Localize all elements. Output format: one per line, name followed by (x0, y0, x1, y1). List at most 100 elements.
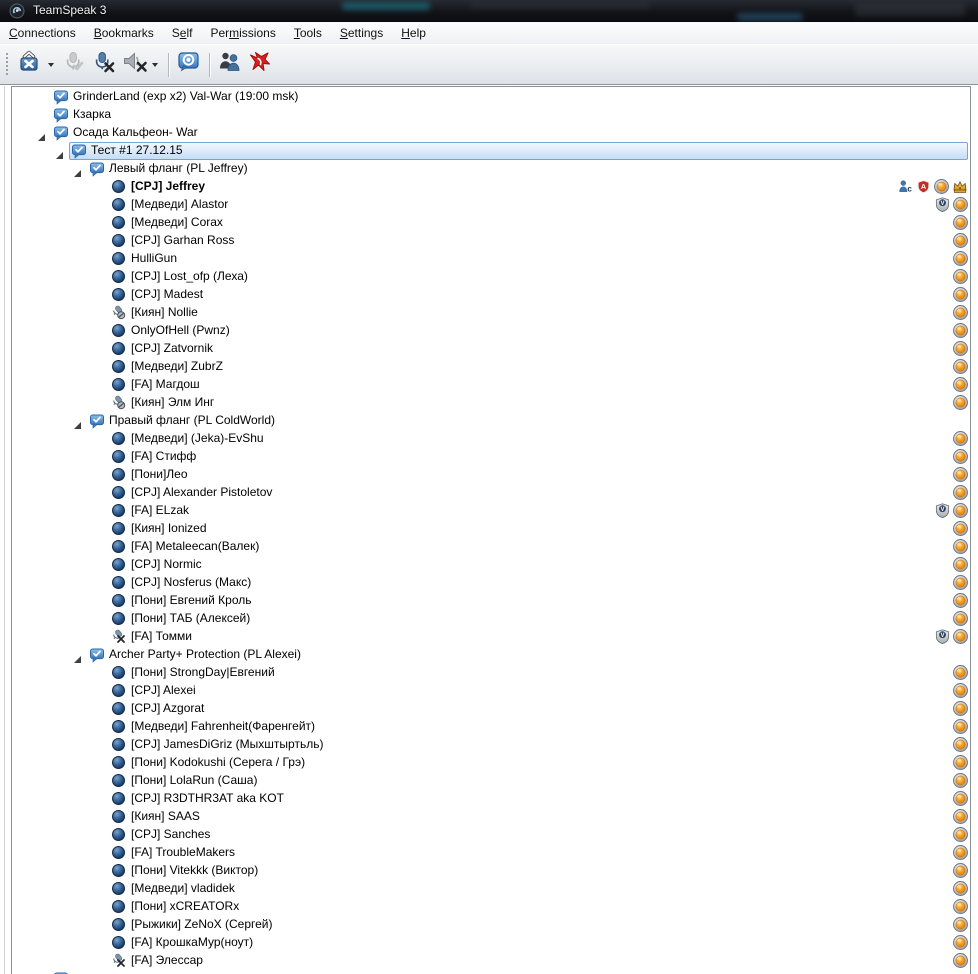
tree-expander-icon[interactable] (74, 651, 82, 663)
mute-speakers-button[interactable] (119, 48, 163, 81)
background-window-blur (470, 2, 650, 8)
client-row[interactable]: [Пони] Kodokushi (Серега / Грэ) (12, 754, 970, 772)
dropdown-arrow-icon[interactable] (152, 62, 158, 67)
client-row[interactable]: [CPJ] JamesDiGriz (Мыхштыртьль) (12, 736, 970, 754)
client-row[interactable]: [Пони]Лео (12, 466, 970, 484)
client-row[interactable]: [Медведи] (Jeka)-EvShu (12, 430, 970, 448)
tree-expander-icon[interactable] (56, 147, 64, 159)
client-row[interactable]: [Пони] ТАБ (Алексей) (12, 610, 970, 628)
client-row[interactable]: [Киян] Nollie (12, 304, 970, 322)
client-row[interactable]: [Медведи] Fahrenheit(Фаренгейт) (12, 718, 970, 736)
client-name: [Пони] LolaRun (Саша) (131, 773, 258, 787)
client-row[interactable]: OnlyOfHell (Pwnz) (12, 322, 970, 340)
dropdown-arrow-icon[interactable] (48, 62, 54, 67)
client-row[interactable]: [Медведи] vladidek (12, 880, 970, 898)
client-idle-icon (112, 810, 125, 823)
flame-button[interactable] (245, 48, 275, 81)
channel-row[interactable] (12, 970, 970, 974)
client-row[interactable]: [CPJ] Azgorat (12, 700, 970, 718)
client-row[interactable]: HulliGun (12, 250, 970, 268)
toolbar-drag-handle[interactable] (6, 53, 8, 77)
client-name: [FA] Томми (131, 629, 192, 643)
client-idle-icon (112, 576, 125, 589)
toggle-server-tab-button[interactable] (15, 48, 59, 81)
client-name: [Пони] Kodokushi (Серега / Грэ) (131, 755, 306, 769)
client-row[interactable]: [FA] TroubleMakers (12, 844, 970, 862)
client-idle-icon (112, 828, 125, 841)
client-row[interactable]: [CPJ] Normic (12, 556, 970, 574)
tree-expander-icon[interactable] (74, 165, 82, 177)
client-name: [CPJ] Jeffrey (131, 179, 206, 193)
window-title: TeamSpeak 3 (33, 3, 107, 17)
client-row[interactable]: [Пони] LolaRun (Саша) (12, 772, 970, 790)
client-idle-icon (112, 738, 125, 751)
client-row[interactable]: [CPJ] Garhan Ross (12, 232, 970, 250)
channel-row[interactable]: Левый фланг (PL Jeffrey) (12, 160, 970, 178)
open-chat-button[interactable] (174, 48, 204, 81)
client-row[interactable]: [FA] Metaleecan(Валек) (12, 538, 970, 556)
client-row[interactable]: [Киян] Элм Инг (12, 394, 970, 412)
background-window-blur (737, 13, 803, 21)
client-row[interactable]: [FA] Томми V (12, 628, 970, 646)
client-idle-icon (112, 864, 125, 877)
client-idle-icon (112, 504, 125, 517)
channel-tree-panel[interactable]: GrinderLand (exp x2) Val-War (19:00 msk)… (11, 86, 971, 974)
mute-microphone-button[interactable] (89, 48, 119, 81)
menu-connections[interactable]: Connections (0, 23, 85, 44)
channel-row[interactable]: Правый фланг (PL ColdWorld) (12, 412, 970, 430)
client-idle-icon (112, 288, 125, 301)
svg-text:c: c (907, 185, 912, 194)
client-name: [Пони] Евгений Кроль (131, 593, 252, 607)
client-row[interactable]: [FA] Магдош (12, 376, 970, 394)
menu-self[interactable]: Self (163, 23, 202, 44)
client-row[interactable]: [CPJ] Lost_ofp (Леха) (12, 268, 970, 286)
client-row[interactable]: [Пони] StrongDay|Евгений (12, 664, 970, 682)
client-name: [Киян] Nollie (131, 305, 198, 319)
contacts-button[interactable] (215, 48, 245, 81)
tree-expander-icon[interactable] (38, 129, 46, 141)
channel-row[interactable]: Тест #1 27.12.15 (12, 142, 970, 160)
client-row[interactable]: [Медведи] Alastor V (12, 196, 970, 214)
client-row[interactable]: [Пони] xCREATORx (12, 898, 970, 916)
selected-row-highlight (69, 142, 968, 160)
client-row[interactable]: [Пони] Евгений Кроль (12, 592, 970, 610)
client-row[interactable]: [FA] Стифф (12, 448, 970, 466)
client-row[interactable]: [CPJ] R3DTHR3AT aka KOT (12, 790, 970, 808)
client-idle-icon (112, 774, 125, 787)
menu-permissions[interactable]: Permissions (201, 23, 284, 44)
channel-row[interactable]: GrinderLand (exp x2) Val-War (19:00 msk) (12, 88, 970, 106)
client-row[interactable]: [CPJ] Nosferus (Макс) (12, 574, 970, 592)
client-row[interactable]: [FA] Элессар (12, 952, 970, 970)
channel-row[interactable]: Кзарка (12, 106, 970, 124)
channel-name: Archer Party+ Protection (PL Alexei) (109, 647, 301, 661)
client-idle-icon (112, 270, 125, 283)
client-row[interactable]: [CPJ] Jeffrey c A (12, 178, 970, 196)
client-row[interactable]: [Медведи] Corax (12, 214, 970, 232)
client-row[interactable]: [CPJ] Sanches (12, 826, 970, 844)
channel-row[interactable]: Осада Кальфеон- War (12, 124, 970, 142)
channel-name: Левый фланг (PL Jeffrey) (109, 161, 248, 175)
menu-help[interactable]: Help (392, 23, 435, 44)
tree-expander-icon[interactable] (74, 417, 82, 429)
client-row[interactable]: [Рыжики] ZeNoX (Сергей) (12, 916, 970, 934)
client-name: [CPJ] Sanches (131, 827, 211, 841)
client-row[interactable]: [CPJ] Alexei (12, 682, 970, 700)
client-row[interactable]: [FA] КрошкаМур(ноут) (12, 934, 970, 952)
client-row[interactable]: [Киян] SAAS (12, 808, 970, 826)
client-row[interactable]: [Пони] Vitekkk (Виктор) (12, 862, 970, 880)
client-row[interactable]: [CPJ] Alexander Pistoletov (12, 484, 970, 502)
client-idle-icon (112, 720, 125, 733)
client-row[interactable]: [CPJ] Madest (12, 286, 970, 304)
channel-row[interactable]: Archer Party+ Protection (PL Alexei) (12, 646, 970, 664)
menu-tools[interactable]: Tools (285, 23, 331, 44)
capture-profile-button[interactable] (59, 48, 89, 81)
menu-bookmarks[interactable]: Bookmarks (85, 23, 163, 44)
client-row[interactable]: [Киян] Ionized (12, 520, 970, 538)
menu-settings[interactable]: Settings (331, 23, 392, 44)
client-row[interactable]: [CPJ] Zatvornik (12, 340, 970, 358)
client-name: [CPJ] Alexei (131, 683, 196, 697)
client-row[interactable]: [Медведи] ZubrZ (12, 358, 970, 376)
client-name: [CPJ] Madest (131, 287, 204, 301)
client-row[interactable]: [FA] ELzak V (12, 502, 970, 520)
client-name: [Пони]Лео (131, 467, 188, 481)
